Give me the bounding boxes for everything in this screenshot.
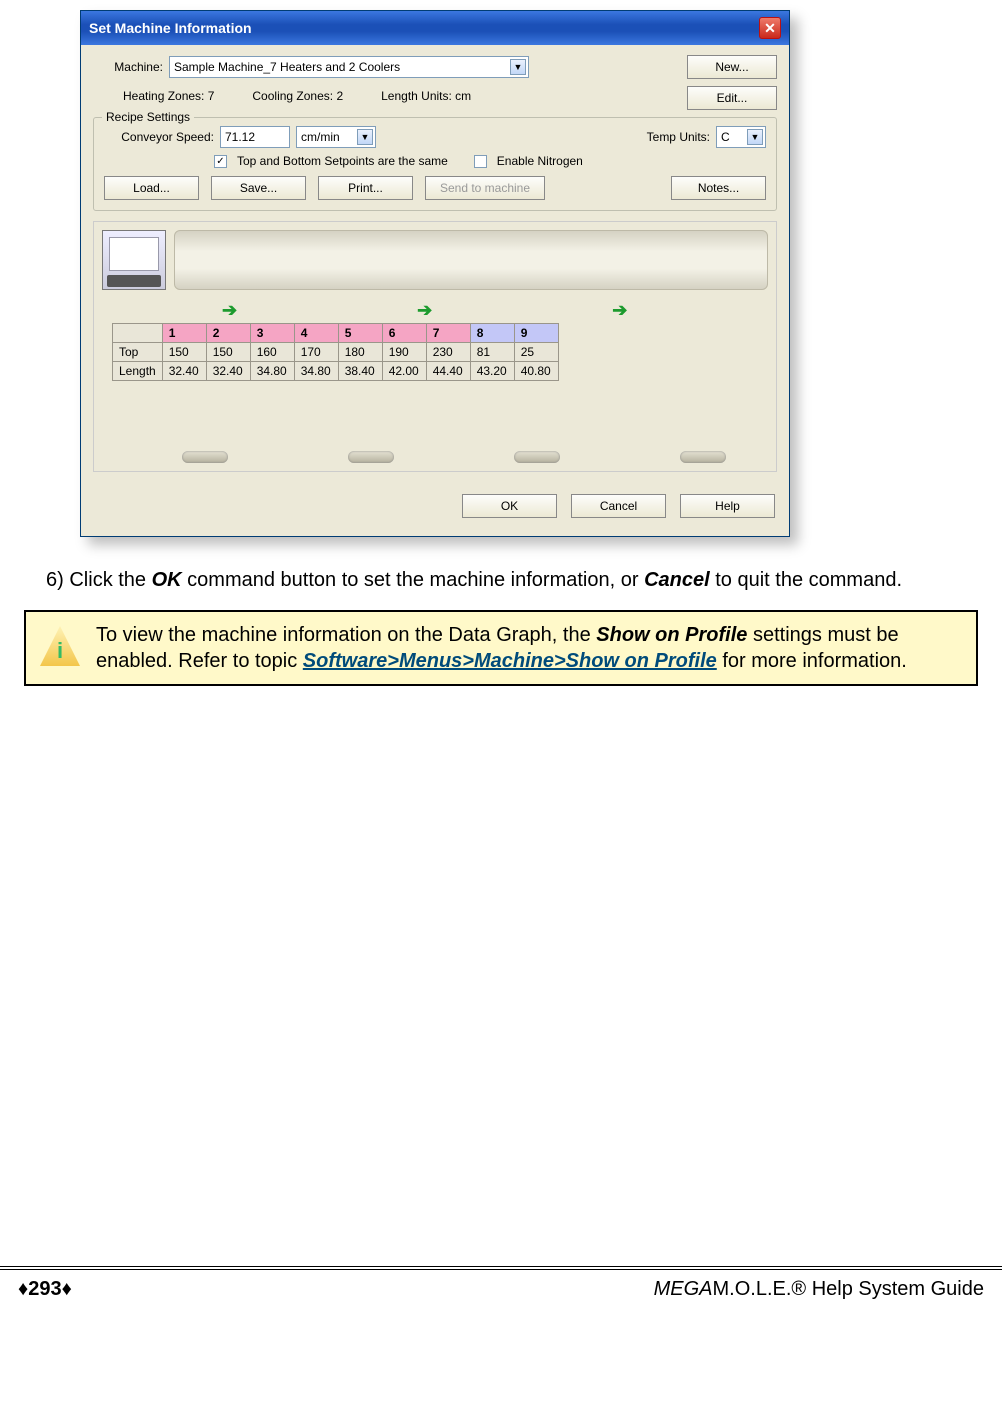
new-button[interactable]: New... bbox=[687, 55, 777, 79]
zone-header: 5 bbox=[338, 324, 382, 343]
conveyor-unit-select[interactable]: cm/min ▼ bbox=[296, 126, 376, 148]
topic-link[interactable]: Software>Menus>Machine>Show on Profile bbox=[303, 650, 717, 672]
zone-header: 8 bbox=[470, 324, 514, 343]
conveyor-graphic bbox=[174, 230, 768, 290]
roller-icon bbox=[348, 451, 394, 463]
edit-button[interactable]: Edit... bbox=[687, 86, 777, 110]
arrow-right-icon: ➔ bbox=[222, 300, 237, 321]
recipe-settings-group: Recipe Settings Conveyor Speed: cm/min ▼… bbox=[93, 117, 777, 211]
machine-select[interactable]: Sample Machine_7 Heaters and 2 Coolers ▼ bbox=[169, 56, 529, 78]
arrow-right-icon: ➔ bbox=[417, 300, 432, 321]
zone-table: 1 2 3 4 5 6 7 8 9 Top 150 bbox=[112, 323, 559, 381]
machine-label: Machine: bbox=[93, 60, 163, 74]
machine-value: Sample Machine_7 Heaters and 2 Coolers bbox=[174, 60, 400, 74]
cell[interactable]: 43.20 bbox=[470, 362, 514, 381]
same-setpoints-checkbox[interactable]: ✓ bbox=[214, 155, 227, 168]
send-to-machine-button: Send to machine bbox=[425, 176, 545, 200]
length-units: Length Units: cm bbox=[381, 89, 471, 103]
zone-header: 7 bbox=[426, 324, 470, 343]
cancel-button[interactable]: Cancel bbox=[571, 494, 666, 518]
cell[interactable]: 34.80 bbox=[294, 362, 338, 381]
page-number: 293 bbox=[28, 1278, 61, 1300]
nitrogen-checkbox[interactable] bbox=[474, 155, 487, 168]
roller-icon bbox=[514, 451, 560, 463]
page-footer: ♦293♦ MEGAM.O.L.E.® Help System Guide bbox=[0, 1266, 1002, 1325]
info-icon: i bbox=[40, 626, 80, 666]
roller-icon bbox=[182, 451, 228, 463]
cell[interactable]: 190 bbox=[382, 343, 426, 362]
cell[interactable]: 44.40 bbox=[426, 362, 470, 381]
titlebar: Set Machine Information ✕ bbox=[81, 11, 789, 45]
cell[interactable]: 32.40 bbox=[206, 362, 250, 381]
cell[interactable]: 40.80 bbox=[514, 362, 558, 381]
zone-header: 3 bbox=[250, 324, 294, 343]
zone-header: 9 bbox=[514, 324, 558, 343]
row-label-top: Top bbox=[113, 343, 163, 362]
arrow-right-icon: ➔ bbox=[612, 300, 627, 321]
temp-units-label: Temp Units: bbox=[647, 130, 710, 144]
print-button[interactable]: Print... bbox=[318, 176, 413, 200]
machine-profile-pane: ➔ ➔ ➔ 1 2 3 4 5 6 7 bbox=[93, 221, 777, 472]
conveyor-unit-value: cm/min bbox=[301, 130, 340, 144]
roller-icon bbox=[680, 451, 726, 463]
cell[interactable]: 160 bbox=[250, 343, 294, 362]
zone-header: 2 bbox=[206, 324, 250, 343]
monitor-icon bbox=[102, 230, 166, 290]
chevron-down-icon: ▼ bbox=[510, 59, 526, 75]
recipe-legend: Recipe Settings bbox=[102, 110, 194, 124]
window-title: Set Machine Information bbox=[89, 20, 252, 36]
conveyor-label: Conveyor Speed: bbox=[104, 130, 214, 144]
zone-header: 4 bbox=[294, 324, 338, 343]
cell[interactable]: 34.80 bbox=[250, 362, 294, 381]
temp-units-value: C bbox=[721, 130, 730, 144]
cell[interactable]: 170 bbox=[294, 343, 338, 362]
zone-header: 1 bbox=[162, 324, 206, 343]
cooling-zones: Cooling Zones: 2 bbox=[252, 89, 343, 103]
cell[interactable]: 38.40 bbox=[338, 362, 382, 381]
conveyor-speed-input[interactable] bbox=[220, 126, 290, 148]
save-button[interactable]: Save... bbox=[211, 176, 306, 200]
chevron-down-icon: ▼ bbox=[357, 129, 373, 145]
chevron-down-icon: ▼ bbox=[747, 129, 763, 145]
cell[interactable]: 150 bbox=[206, 343, 250, 362]
cell[interactable]: 150 bbox=[162, 343, 206, 362]
step-6-text: 6) Click the OK command button to set th… bbox=[46, 567, 972, 594]
brand-italic: MEGA bbox=[654, 1278, 713, 1300]
row-label-length: Length bbox=[113, 362, 163, 381]
cell[interactable]: 25 bbox=[514, 343, 558, 362]
same-setpoints-label: Top and Bottom Setpoints are the same bbox=[237, 154, 448, 168]
brand-rest: M.O.L.E.® Help System Guide bbox=[713, 1278, 985, 1300]
ok-button[interactable]: OK bbox=[462, 494, 557, 518]
help-button[interactable]: Help bbox=[680, 494, 775, 518]
cell[interactable]: 230 bbox=[426, 343, 470, 362]
cell[interactable]: 81 bbox=[470, 343, 514, 362]
info-callout: i To view the machine information on the… bbox=[24, 610, 978, 686]
heating-zones: Heating Zones: 7 bbox=[123, 89, 214, 103]
dialog-screenshot: Set Machine Information ✕ Machine: Sampl… bbox=[80, 10, 982, 537]
cell[interactable]: 42.00 bbox=[382, 362, 426, 381]
load-button[interactable]: Load... bbox=[104, 176, 199, 200]
close-icon[interactable]: ✕ bbox=[759, 17, 781, 39]
zone-header: 6 bbox=[382, 324, 426, 343]
step-number: 6) bbox=[46, 569, 64, 591]
notes-button[interactable]: Notes... bbox=[671, 176, 766, 200]
cell[interactable]: 180 bbox=[338, 343, 382, 362]
cell[interactable]: 32.40 bbox=[162, 362, 206, 381]
temp-units-select[interactable]: C ▼ bbox=[716, 126, 766, 148]
nitrogen-label: Enable Nitrogen bbox=[497, 154, 583, 168]
